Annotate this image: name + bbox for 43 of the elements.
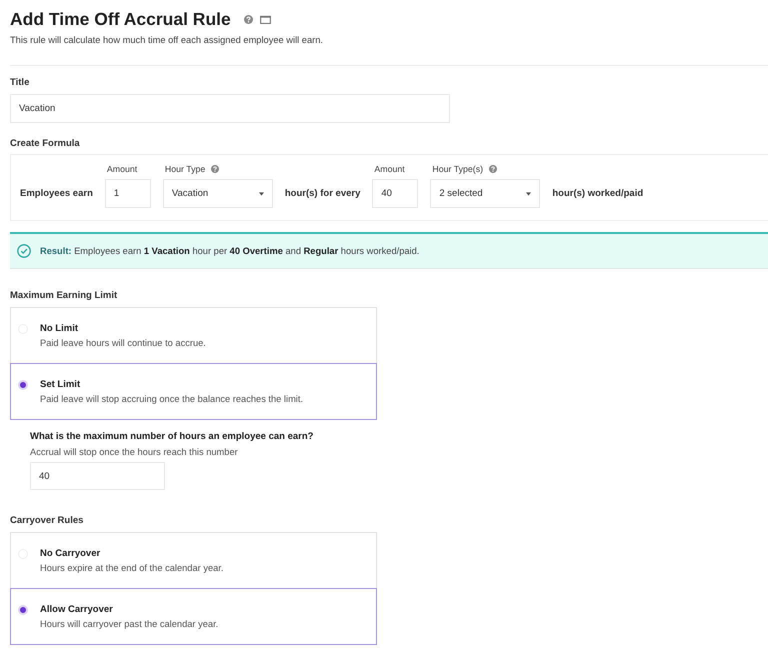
option-title: No Carryover [40,547,102,561]
caret-icon [258,192,264,196]
formula-text: hour(s) for every [284,187,360,201]
field-label: Title [10,76,30,90]
number-input[interactable]: 1 [104,179,151,208]
option-title: No Limit [40,322,79,336]
max-hours-input[interactable]: 40 [30,462,165,490]
radio-option[interactable]: Allow Carryover Hours will carryover past the calendar year. [10,588,377,645]
dropdown-select[interactable]: 2 selected [430,179,540,208]
option-title: Set Limit [40,378,82,392]
formula-text: Employees earn [20,187,93,201]
radio-option[interactable]: No Limit Paid leave hours will continue to accrue. [10,307,377,364]
check-circle-icon [17,244,31,258]
number-input[interactable]: 40 [372,179,418,208]
formula-text: hour(s) worked/paid [552,187,644,201]
option-description: Hours expire at the end of the calendar year. [40,562,224,575]
question-text: What is the maximum number of hours an employee can earn? [30,430,314,444]
radio-option[interactable]: No Carryover Hours expire at the end of the calendar year. [10,532,377,589]
section-label: Create Formula [10,137,80,151]
help-icon[interactable] [244,14,253,24]
page-subtitle: This rule will calculate how much time off each assigned employee will earn. [10,34,324,47]
option-title: Allow Carryover [40,603,114,617]
option-description: Hours will carryover past the calendar year. [40,618,218,631]
window-icon[interactable] [260,14,271,24]
field-label: Hour Type(s) [432,164,484,174]
section-label: Carryover Rules [10,514,84,528]
help-icon[interactable] [489,165,498,173]
result-text: Result: Employees earn 1 Vacation hour per 40 Overtime and Regular hours worked/paid. [40,246,420,256]
radio-option[interactable]: Set Limit Paid leave will stop accruing once the balance reaches the limit. [10,363,377,420]
radio-button[interactable] [18,605,28,615]
caret-icon [526,192,532,196]
dropdown-select[interactable]: Vacation [162,179,273,208]
help-icon[interactable] [211,165,220,173]
section-label: Maximum Earning Limit [10,289,118,303]
option-description: Paid leave will stop accruing once the balance reaches the limit. [40,393,304,406]
field-label: Hour Type [164,164,206,174]
page-title: Add Time Off Accrual Rule [10,8,231,30]
field-label: Amount [374,164,405,174]
option-description: Paid leave hours will continue to accrue. [40,337,206,350]
radio-button[interactable] [18,380,28,390]
hint-text: Accrual will stop once the hours reach this number [30,446,238,459]
title-input[interactable]: Vacation [10,94,450,123]
field-label: Amount [106,164,138,174]
